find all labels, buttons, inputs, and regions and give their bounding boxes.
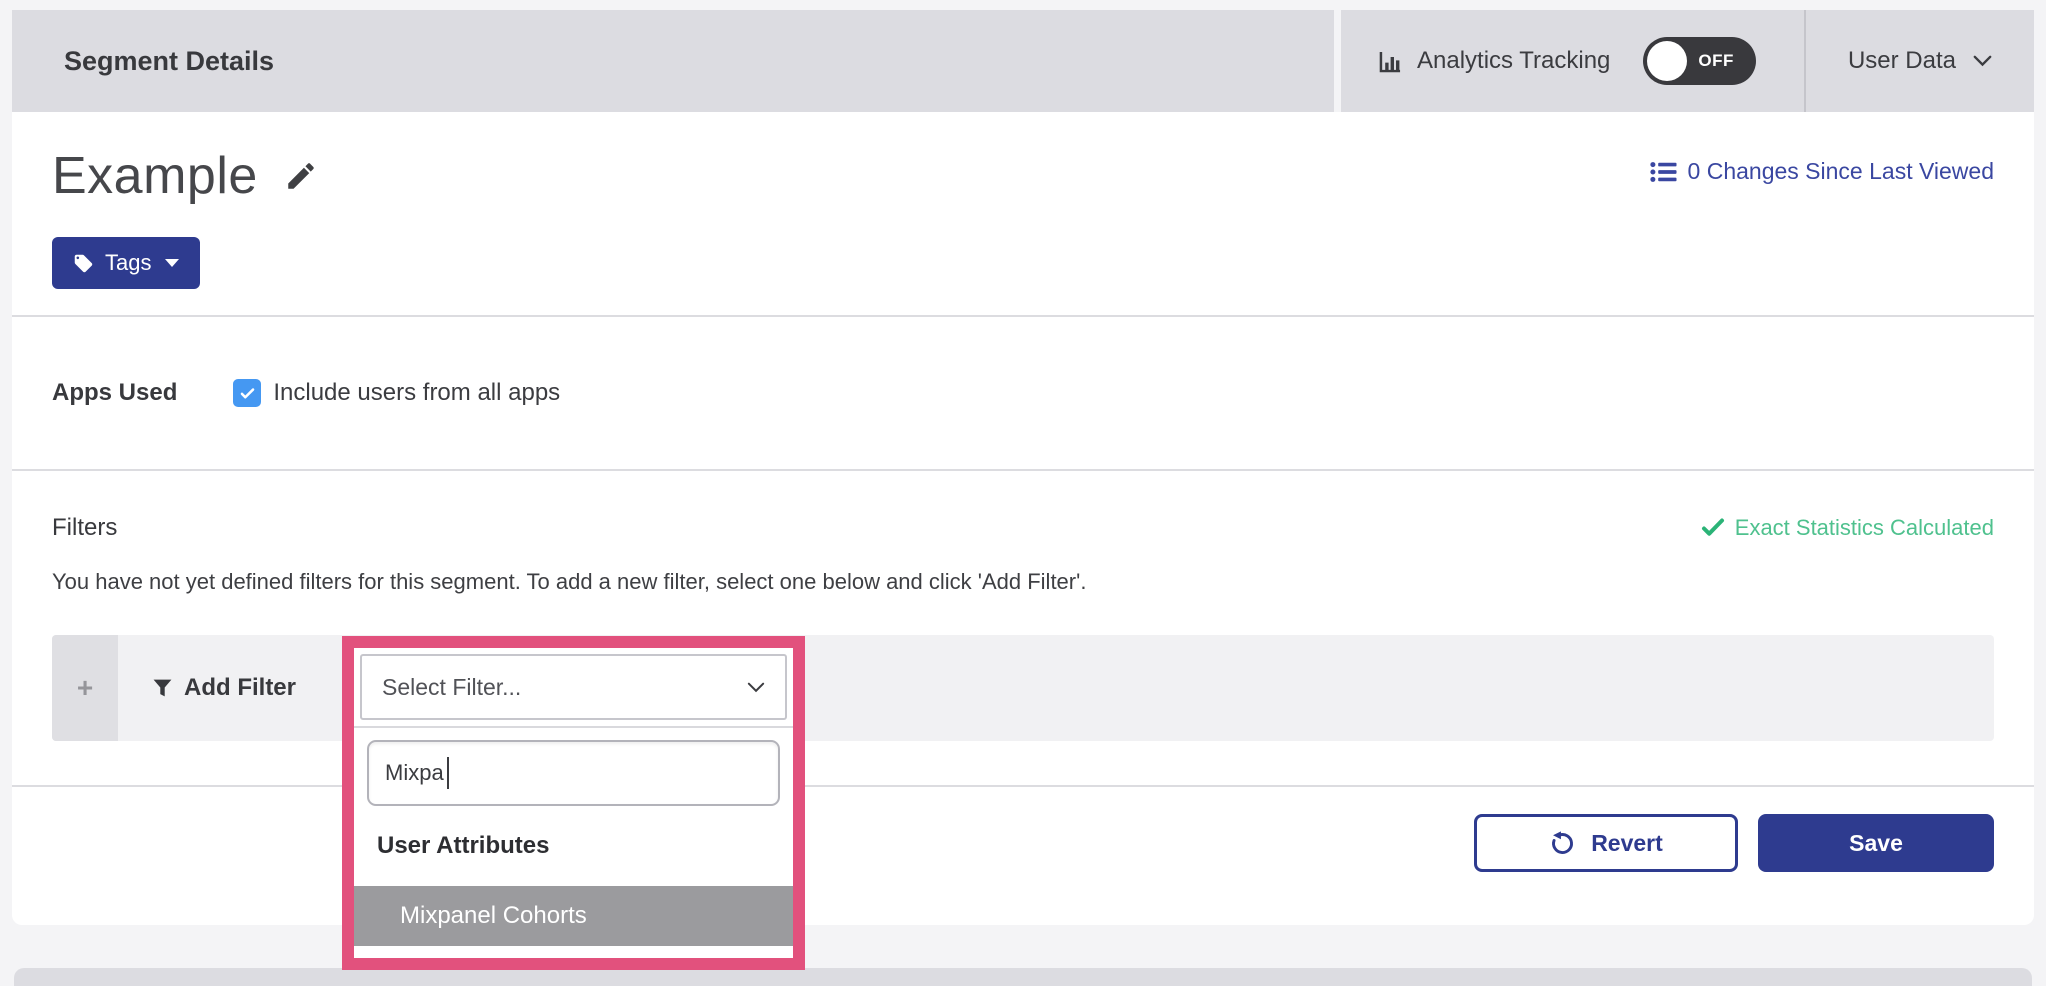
- revert-button[interactable]: Revert: [1474, 814, 1738, 872]
- exact-statistics-status: Exact Statistics Calculated: [1701, 515, 1994, 541]
- analytics-tracking-label: Analytics Tracking: [1417, 47, 1610, 75]
- top-header: Segment Details Analytics Tracking OFF U…: [12, 10, 2034, 112]
- add-filter-label: Add Filter: [184, 674, 296, 702]
- analytics-tracking-control: Analytics Tracking OFF: [1341, 10, 1804, 112]
- segment-name: Example: [52, 146, 258, 206]
- tag-icon: [73, 253, 94, 274]
- option-mixpanel-cohorts[interactable]: Mixpanel Cohorts: [354, 886, 793, 946]
- filter-search-value: Mixpa: [385, 760, 444, 786]
- user-data-dropdown[interactable]: User Data: [1806, 10, 2034, 112]
- footer-actions: Revert Save: [12, 785, 2034, 872]
- check-icon: [1701, 518, 1725, 538]
- revert-button-label: Revert: [1591, 830, 1663, 857]
- add-filter-button[interactable]: Add Filter: [152, 674, 296, 702]
- changes-link-label: 0 Changes Since Last Viewed: [1688, 158, 1994, 185]
- title-section: Example 0 Changes Since Last Viewed Tags: [12, 112, 2034, 317]
- filter-options-panel: Mixpa User Attributes Mixpanel Cohorts: [354, 726, 793, 958]
- filter-select-dropdown: Select Filter... Mixpa User Attributes M…: [342, 636, 805, 970]
- apps-used-label: Apps Used: [52, 379, 177, 407]
- option-group-header: User Attributes: [377, 832, 780, 862]
- segment-card: Example 0 Changes Since Last Viewed Tags: [12, 112, 2034, 925]
- funnel-icon: [152, 678, 173, 699]
- header-controls-bar: Analytics Tracking OFF User Data: [1341, 10, 2034, 112]
- include-all-apps-label: Include users from all apps: [273, 379, 560, 407]
- toggle-knob: [1647, 41, 1687, 81]
- analytics-tracking-toggle[interactable]: OFF: [1643, 37, 1756, 85]
- text-cursor: [447, 757, 449, 789]
- select-filter-value: Select Filter...: [382, 674, 521, 701]
- undo-icon: [1549, 830, 1576, 857]
- include-all-apps-row: Include users from all apps: [233, 379, 560, 407]
- segment-details-page: Segment Details Analytics Tracking OFF U…: [0, 0, 2046, 986]
- filters-empty-text: You have not yet defined filters for thi…: [52, 569, 1994, 599]
- add-filter-plus-button[interactable]: +: [52, 635, 118, 741]
- filter-search-input[interactable]: Mixpa: [367, 740, 780, 806]
- changes-since-last-viewed-link[interactable]: 0 Changes Since Last Viewed: [1650, 158, 1994, 185]
- next-section-bar: [14, 968, 2032, 986]
- chevron-down-icon: [747, 682, 765, 693]
- tags-button-label: Tags: [105, 250, 151, 276]
- save-button-label: Save: [1849, 830, 1903, 857]
- bar-chart-icon: [1377, 48, 1404, 75]
- toggle-state-label: OFF: [1698, 51, 1734, 71]
- plus-icon: +: [77, 672, 93, 703]
- apps-used-section: Apps Used Include users from all apps: [12, 317, 2034, 471]
- page-title: Segment Details: [64, 46, 274, 77]
- change-log-icon: [1650, 161, 1677, 183]
- caret-down-icon: [165, 259, 179, 267]
- chevron-down-icon: [1973, 55, 1992, 67]
- save-button[interactable]: Save: [1758, 814, 1994, 872]
- include-all-apps-checkbox[interactable]: [233, 379, 261, 407]
- tags-button[interactable]: Tags: [52, 237, 200, 289]
- header-title-bar: Segment Details: [12, 10, 1334, 112]
- user-data-label: User Data: [1848, 47, 1956, 75]
- pencil-icon[interactable]: [284, 159, 318, 193]
- filters-heading: Filters: [52, 514, 117, 542]
- exact-statistics-label: Exact Statistics Calculated: [1735, 515, 1994, 541]
- filters-section: Filters Exact Statistics Calculated You …: [12, 471, 2034, 741]
- filters-header-row: Filters Exact Statistics Calculated: [52, 513, 1994, 543]
- select-filter-control[interactable]: Select Filter...: [360, 654, 787, 720]
